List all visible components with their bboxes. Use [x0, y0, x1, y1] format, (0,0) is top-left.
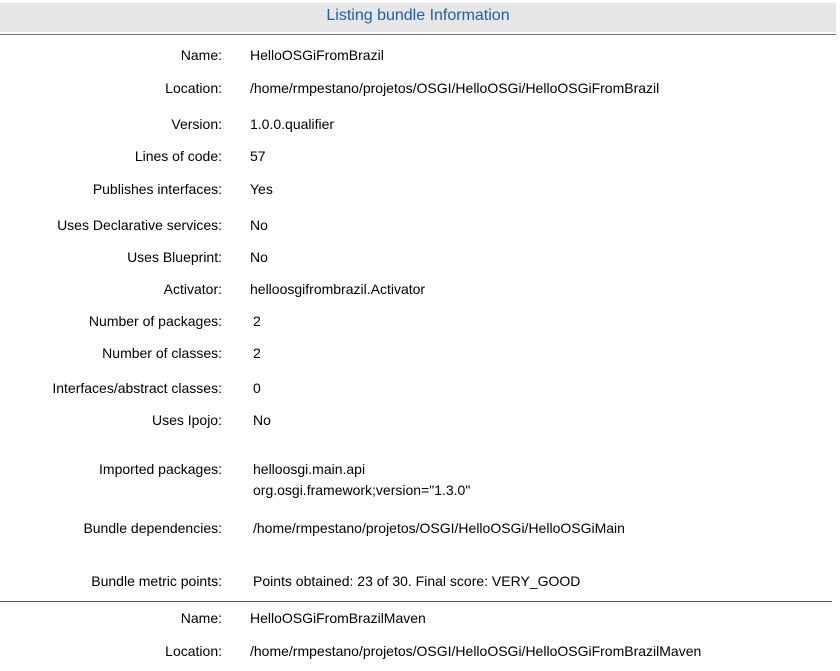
bundle-metric-points-label: Bundle metric points:	[91, 573, 222, 589]
activator-label: Activator:	[163, 281, 222, 297]
lines-of-code-value: 57	[250, 148, 266, 164]
activator-value: helloosgifrombrazil.Activator	[250, 281, 426, 297]
interfaces-abstract-label: Interfaces/abstract classes:	[52, 380, 222, 396]
declarative-services-label: Uses Declarative services:	[57, 217, 222, 233]
imported-packages-label: Imported packages:	[99, 461, 222, 477]
listing-header: Listing bundle Information	[0, 3, 836, 32]
uses-ipojo-label: Uses Ipojo:	[151, 412, 222, 428]
name-label: Name:	[180, 610, 222, 626]
location-label: Location:	[165, 80, 222, 96]
version-value: 1.0.0.qualifier	[250, 116, 335, 132]
version-label: Version:	[171, 116, 222, 132]
declarative-services-value: No	[250, 217, 268, 233]
blueprint-label: Uses Blueprint:	[127, 249, 222, 265]
number-of-classes-label: Number of classes:	[102, 345, 222, 361]
listing-title: Listing bundle Information	[326, 7, 510, 24]
number-of-classes-value: 2	[253, 345, 261, 361]
interfaces-abstract-value: 0	[253, 380, 261, 396]
uses-ipojo-value: No	[253, 412, 271, 428]
number-of-packages-value: 2	[253, 313, 261, 329]
blueprint-value: No	[250, 249, 268, 265]
lines-of-code-label: Lines of code:	[134, 148, 222, 164]
bundle-separator	[0, 601, 832, 602]
location-label: Location:	[165, 643, 222, 659]
header-divider	[0, 34, 836, 35]
bundle-dependencies-value: /home/rmpestano/projetos/OSGI/HelloOSGi/…	[253, 520, 625, 536]
publishes-interfaces-value: Yes	[250, 181, 273, 197]
bundle-dependencies-label: Bundle dependencies:	[83, 520, 222, 536]
location-value: /home/rmpestano/projetos/OSGI/HelloOSGi/…	[250, 643, 702, 659]
bundle-metric-points-value: Points obtained: 23 of 30. Final score: …	[253, 573, 581, 589]
location-value: /home/rmpestano/projetos/OSGI/HelloOSGi/…	[250, 80, 660, 96]
name-value: HelloOSGiFromBrazilMaven	[250, 610, 426, 626]
publishes-interfaces-label: Publishes interfaces:	[92, 181, 222, 197]
number-of-packages-label: Number of packages:	[88, 313, 222, 329]
name-label: Name:	[180, 47, 222, 63]
imported-package-item: helloosgi.main.api	[253, 461, 366, 477]
imported-package-item: org.osgi.framework;version="1.3.0"	[253, 482, 471, 498]
name-value: HelloOSGiFromBrazil	[250, 47, 384, 63]
